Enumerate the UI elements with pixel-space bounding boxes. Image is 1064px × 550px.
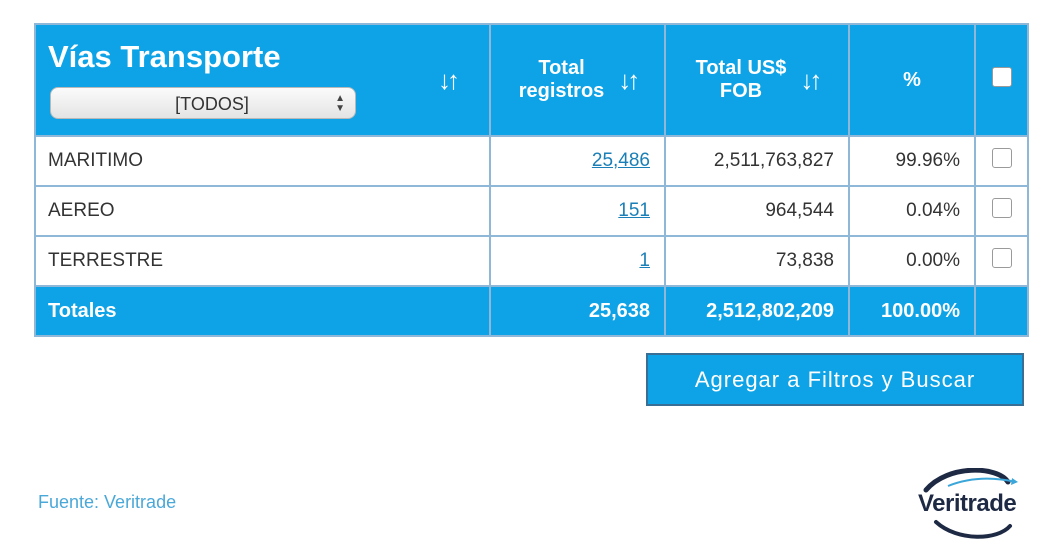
transport-filter-select[interactable]: [TODOS] ▲ ▼ bbox=[50, 87, 356, 119]
sort-arrows-icon[interactable]: ↓↑ bbox=[438, 65, 460, 96]
add-filters-search-button[interactable]: Agregar a Filtros y Buscar bbox=[646, 353, 1024, 406]
header-total-registros-line1: Total bbox=[538, 57, 585, 79]
table-row: MARITIMO 25,486 2,511,763,827 99.96% bbox=[34, 135, 1029, 187]
row-fob: 964,544 bbox=[664, 185, 850, 237]
veritrade-logo: Veritrade bbox=[918, 467, 1034, 540]
registros-link[interactable]: 1 bbox=[639, 250, 650, 271]
table-row: AEREO 151 964,544 0.04% bbox=[34, 185, 1029, 237]
totals-row: Totales 25,638 2,512,802,209 100.00% bbox=[34, 285, 1029, 337]
row-percent: 0.04% bbox=[848, 185, 976, 237]
source-text: Fuente: Veritrade bbox=[38, 492, 177, 512]
select-all-checkbox[interactable] bbox=[991, 67, 1012, 87]
totals-percent: 100.00% bbox=[848, 285, 976, 337]
totals-registros: 25,638 bbox=[489, 285, 666, 337]
table-row: TERRESTRE 1 73,838 0.00% bbox=[34, 235, 1029, 287]
registros-link[interactable]: 151 bbox=[618, 200, 650, 221]
transport-table: Vías Transporte ↓↑ [TODOS] ▲ ▼ Total regi… bbox=[34, 23, 1029, 337]
header-total-fob-line1: Total US$ bbox=[695, 57, 787, 79]
registros-link[interactable]: 25,486 bbox=[592, 150, 650, 171]
sort-arrows-icon[interactable]: ↓↑ bbox=[618, 65, 640, 96]
header-vias-transporte: Vías Transporte ↓↑ [TODOS] ▲ ▼ bbox=[34, 23, 491, 137]
row-percent: 99.96% bbox=[848, 135, 976, 187]
totals-empty-cell bbox=[974, 285, 1029, 337]
sort-arrows-icon[interactable]: ↓↑ bbox=[800, 65, 822, 96]
row-fob: 73,838 bbox=[664, 235, 850, 287]
select-value: [TODOS] bbox=[175, 94, 249, 114]
logo-text: Veritrade bbox=[918, 490, 1017, 517]
header-total-registros: Total registros ↓↑ bbox=[489, 23, 666, 137]
row-checkbox[interactable] bbox=[991, 198, 1012, 218]
header-total-fob-line2: FOB bbox=[719, 80, 763, 102]
row-name: TERRESTRE bbox=[34, 235, 491, 287]
header-total-fob: Total US$ FOB ↓↑ bbox=[664, 23, 850, 137]
totals-label: Totales bbox=[34, 285, 491, 337]
totals-fob: 2,512,802,209 bbox=[664, 285, 850, 337]
row-checkbox[interactable] bbox=[991, 148, 1012, 168]
row-name: AEREO bbox=[34, 185, 491, 237]
header-percent: % bbox=[848, 23, 976, 137]
row-percent: 0.00% bbox=[848, 235, 976, 287]
table-title: Vías Transporte bbox=[48, 39, 281, 74]
row-checkbox[interactable] bbox=[991, 248, 1012, 268]
header-select-all bbox=[974, 23, 1029, 137]
select-arrows-icon: ▲ ▼ bbox=[335, 93, 345, 114]
header-total-registros-line2: registros bbox=[518, 80, 605, 102]
row-name: MARITIMO bbox=[34, 135, 491, 187]
row-fob: 2,511,763,827 bbox=[664, 135, 850, 187]
